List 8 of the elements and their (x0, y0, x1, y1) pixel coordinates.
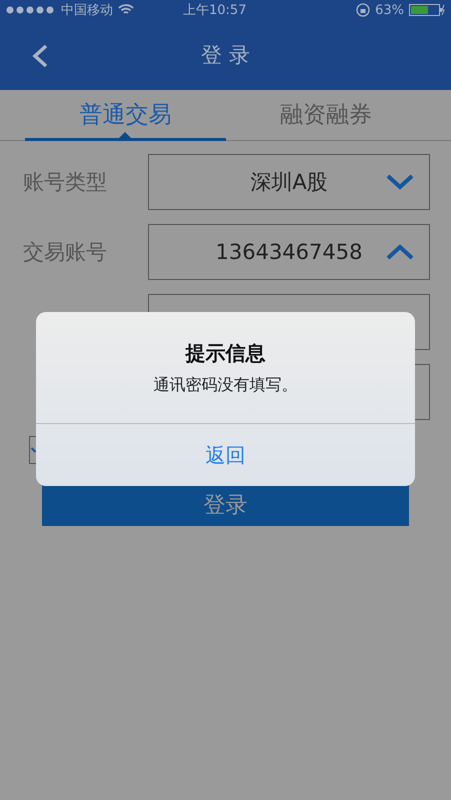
nav-title: 登 录 (201, 42, 250, 69)
status-time: 上午10:57 (183, 2, 246, 19)
battery-percent: 63% (375, 2, 404, 18)
field-label: 交易账号 (23, 239, 108, 266)
field-label: 账号类型 (23, 169, 108, 196)
carrier-name: 中国移动 (61, 2, 113, 19)
alert-title: 提示信息 (186, 340, 266, 366)
alert-message: 通讯密码没有填写。 (154, 374, 298, 396)
